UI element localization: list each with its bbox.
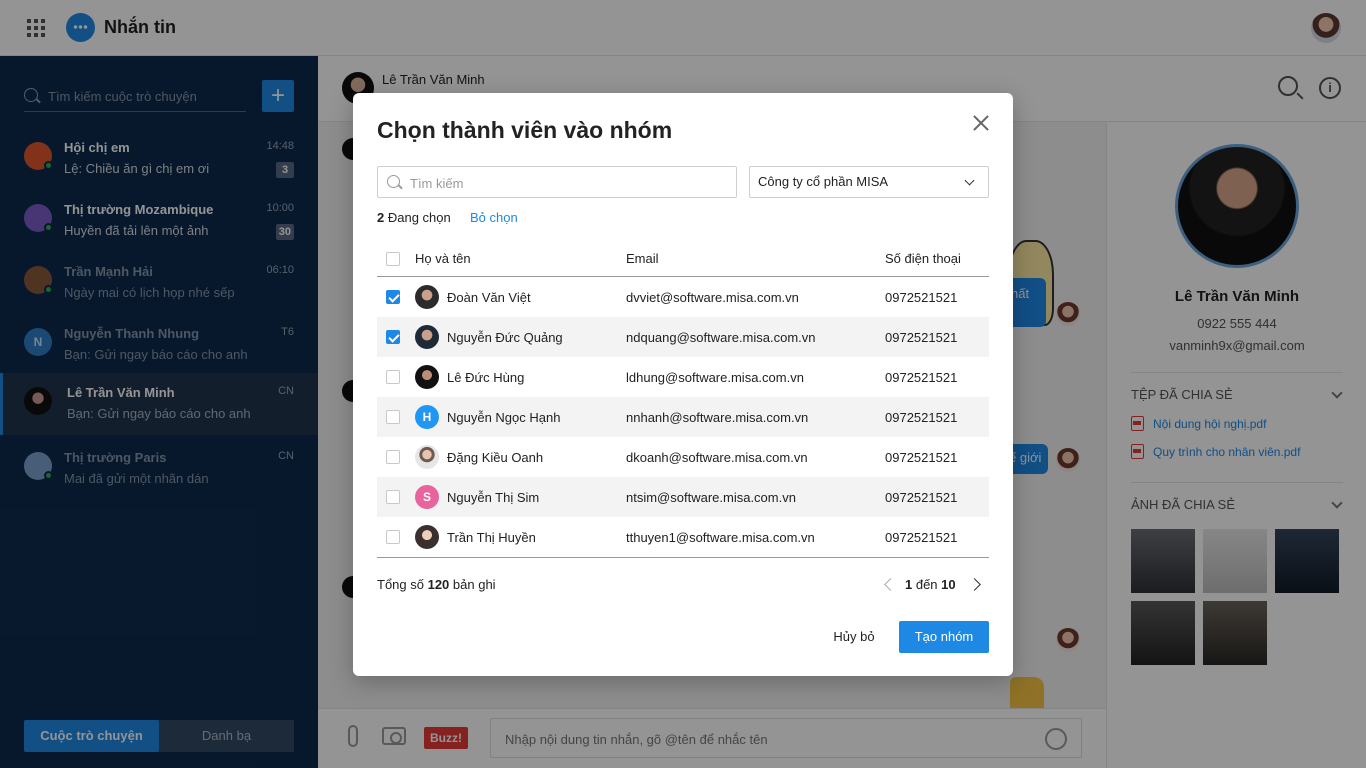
member-email: dvviet@software.misa.com.vn [626, 290, 799, 305]
member-avatar [415, 365, 439, 389]
page-to: 10 [941, 577, 956, 592]
select-all-checkbox[interactable] [386, 252, 400, 266]
create-group-button[interactable]: Tạo nhóm [899, 621, 989, 653]
column-email: Email [626, 251, 659, 266]
next-page-icon[interactable] [968, 578, 981, 591]
member-name: Lê Đức Hùng [447, 370, 525, 385]
column-phone: Số điện thoại [885, 251, 961, 266]
member-name: Nguyễn Ngọc Hạnh [447, 410, 561, 425]
member-email: ndquang@software.misa.com.vn [626, 330, 816, 345]
selected-count: 2 Đang chọn [377, 210, 451, 225]
company-select[interactable]: Công ty cổ phần MISA [749, 166, 989, 198]
table-row[interactable]: H Nguyễn Ngọc Hạnh nnhanh@software.misa.… [377, 397, 989, 437]
row-checkbox[interactable] [386, 530, 400, 544]
page-separator: đến [912, 577, 942, 592]
member-phone: 0972521521 [885, 410, 958, 425]
total-records: Tổng số 120 bản ghi [377, 577, 496, 592]
total-count: 120 [427, 577, 450, 592]
table-row[interactable]: Lê Đức Hùng ldhung@software.misa.com.vn … [377, 357, 989, 397]
member-avatar [415, 445, 439, 469]
member-phone: 0972521521 [885, 450, 958, 465]
member-avatar [415, 525, 439, 549]
member-avatar [415, 325, 439, 349]
unselect-link[interactable]: Bỏ chọn [470, 210, 518, 225]
member-email: dkoanh@software.misa.com.vn [626, 450, 808, 465]
member-name: Nguyễn Đức Quảng [447, 330, 563, 345]
company-select-value: Công ty cổ phần MISA [758, 174, 889, 189]
row-checkbox[interactable] [386, 490, 400, 504]
column-name: Họ và tên [415, 251, 471, 266]
table-header: Họ và tên Email Số điện thoại [377, 241, 989, 277]
member-avatar [415, 285, 439, 309]
row-checkbox[interactable] [386, 450, 400, 464]
member-email: tthuyen1@software.misa.com.vn [626, 530, 815, 545]
add-members-dialog: Chọn thành viên vào nhóm Công ty cổ phần… [353, 93, 1013, 676]
row-checkbox[interactable] [386, 370, 400, 384]
page-range: 1 đến 10 [905, 577, 956, 592]
search-icon [387, 175, 400, 188]
total-prefix: Tổng số [377, 577, 428, 592]
member-avatar: H [415, 405, 439, 429]
member-phone: 0972521521 [885, 490, 958, 505]
member-name: Nguyễn Thị Sim [447, 490, 540, 505]
member-phone: 0972521521 [885, 330, 958, 345]
table-row[interactable]: S Nguyễn Thị Sim ntsim@software.misa.com… [377, 477, 989, 517]
table-row[interactable]: Trần Thị Huyền tthuyen1@software.misa.co… [377, 517, 989, 557]
member-name: Đặng Kiều Oanh [447, 450, 544, 465]
table-divider [377, 557, 989, 558]
table-row[interactable]: Đặng Kiều Oanh dkoanh@software.misa.com.… [377, 437, 989, 477]
cancel-button[interactable]: Hủy bỏ [821, 621, 887, 653]
row-checkbox[interactable] [386, 410, 400, 424]
close-icon[interactable] [973, 115, 989, 131]
selected-label: Đang chọn [384, 210, 451, 225]
row-checkbox[interactable] [386, 290, 400, 304]
member-phone: 0972521521 [885, 290, 958, 305]
previous-page-icon[interactable] [884, 578, 897, 591]
member-email: ntsim@software.misa.com.vn [626, 490, 796, 505]
table-row[interactable]: Đoàn Văn Việt dvviet@software.misa.com.v… [377, 277, 989, 317]
member-name: Trần Thị Huyền [447, 530, 536, 545]
member-phone: 0972521521 [885, 530, 958, 545]
member-avatar: S [415, 485, 439, 509]
member-phone: 0972521521 [885, 370, 958, 385]
row-checkbox[interactable] [386, 330, 400, 344]
member-search [377, 166, 737, 198]
member-email: nnhanh@software.misa.com.vn [626, 410, 809, 425]
member-name: Đoàn Văn Việt [447, 290, 531, 305]
chevron-down-icon [964, 175, 975, 186]
member-email: ldhung@software.misa.com.vn [626, 370, 804, 385]
table-row[interactable]: Nguyễn Đức Quảng ndquang@software.misa.c… [377, 317, 989, 357]
dialog-title: Chọn thành viên vào nhóm [377, 117, 673, 143]
total-suffix: bản ghi [449, 577, 496, 592]
member-search-input[interactable] [410, 173, 730, 193]
